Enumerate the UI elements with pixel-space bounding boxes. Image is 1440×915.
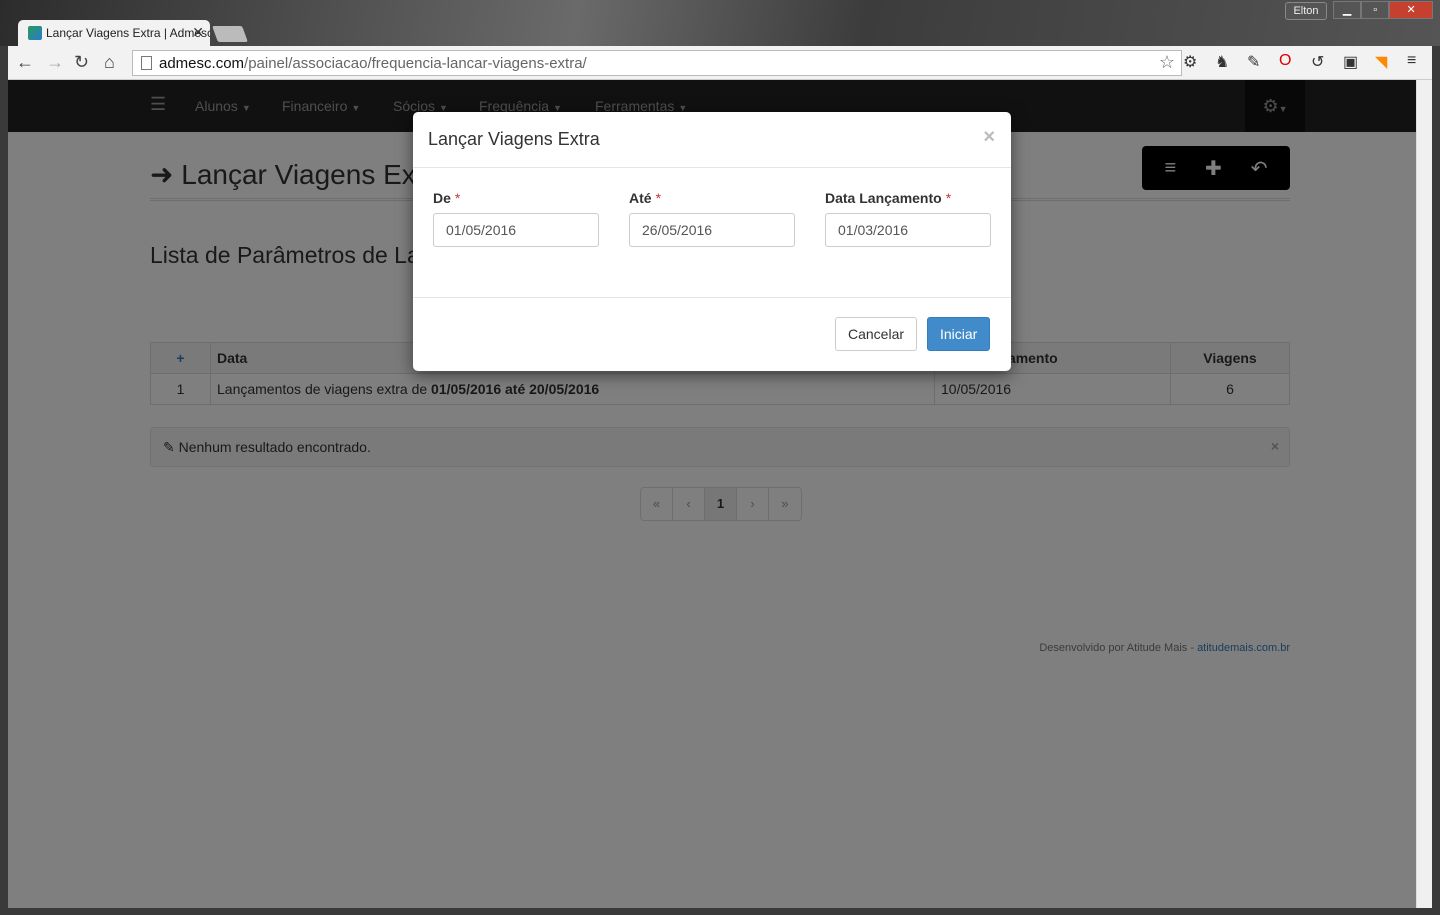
scrollbar[interactable] [1416, 80, 1432, 908]
modal-footer-divider [413, 297, 1011, 298]
camera-icon[interactable]: ▣ [1343, 52, 1358, 72]
minimize-button[interactable]: ▁ [1333, 1, 1361, 19]
browser-toolbar: ← → ↻ ⌂ admesc.com/painel/associacao/fre… [8, 46, 1432, 80]
start-button[interactable]: Iniciar [927, 317, 990, 351]
modal-close-button[interactable]: × [983, 126, 995, 149]
modal-title: Lançar Viagens Extra [428, 129, 600, 149]
close-window-button[interactable]: ✕ [1389, 1, 1433, 19]
bookmark-star-icon[interactable]: ☆ [1159, 52, 1175, 73]
extension-icon[interactable]: ♞ [1215, 52, 1229, 72]
url-domain: admesc.com [159, 55, 244, 72]
close-tab-icon[interactable]: ✕ [192, 24, 204, 41]
eyedropper-icon[interactable]: ✎ [1247, 52, 1260, 72]
home-icon[interactable]: ⌂ [104, 52, 115, 73]
de-label: De* [433, 190, 599, 206]
chrome-menu-icon[interactable]: ≡ [1407, 52, 1416, 70]
launch-extra-trips-modal: Lançar Viagens Extra × De* Até* Data Lanç… [413, 112, 1011, 371]
url-path: /painel/associacao/frequencia-lancar-via… [244, 55, 587, 72]
sync-icon[interactable]: ↺ [1311, 52, 1324, 72]
maximize-button[interactable]: ▫ [1361, 1, 1389, 19]
window-border [0, 908, 1440, 915]
settings-extension-icon[interactable]: ⚙ [1183, 52, 1197, 72]
forward-icon[interactable]: → [46, 52, 64, 73]
cancel-button[interactable]: Cancelar [835, 317, 917, 351]
back-icon[interactable]: ← [16, 52, 34, 73]
tab-title: Lançar Viagens Extra | Admesc [46, 26, 210, 40]
new-tab-button[interactable] [212, 26, 248, 42]
page-icon [141, 56, 152, 70]
ate-label: Até* [629, 190, 795, 206]
reload-icon[interactable]: ↻ [74, 52, 89, 73]
window-titlebar: Lançar Viagens Extra | Admesc✕ Elton ▁▫✕ [0, 0, 1440, 46]
address-bar[interactable]: admesc.com/painel/associacao/frequencia-… [132, 50, 1182, 76]
data-lancamento-input[interactable] [825, 213, 991, 247]
data-lancamento-label: Data Lançamento* [825, 190, 991, 206]
browser-tab[interactable]: Lançar Viagens Extra | Admesc✕ [18, 20, 210, 46]
favicon-icon [28, 26, 42, 40]
de-date-input[interactable] [433, 213, 599, 247]
opera-icon[interactable]: O [1279, 52, 1291, 70]
ate-date-input[interactable] [629, 213, 795, 247]
profile-button[interactable]: Elton [1285, 2, 1327, 20]
rss-icon[interactable]: ◥ [1375, 52, 1387, 72]
